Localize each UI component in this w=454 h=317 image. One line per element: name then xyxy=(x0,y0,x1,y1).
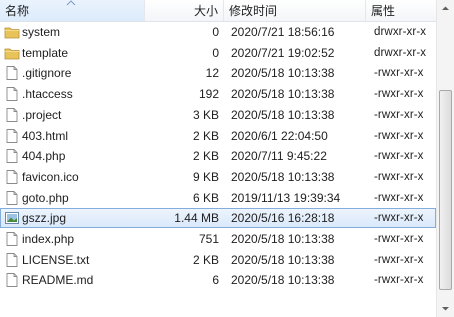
file-size: 2 KB xyxy=(192,128,219,143)
column-header-time-label: 修改时间 xyxy=(229,4,278,18)
file-name: gszz.jpg xyxy=(22,211,67,226)
file-icon xyxy=(4,270,20,290)
file-name: system xyxy=(22,25,61,39)
file-row[interactable]: index.php 751 2020/5/18 10:13:38 -rwxr-xr-x xyxy=(0,229,436,249)
file-icon xyxy=(4,250,20,270)
sort-ascending-icon xyxy=(66,0,76,6)
file-size: 2 KB xyxy=(192,252,219,267)
column-header-modified-time[interactable]: 修改时间 xyxy=(224,0,366,21)
file-permissions: -rwxr-xr-x xyxy=(374,150,424,163)
scrollbar-thumb[interactable] xyxy=(439,90,452,290)
file-size: 6 KB xyxy=(192,190,219,205)
file-icon xyxy=(4,229,20,249)
file-name: favicon.ico xyxy=(22,169,79,184)
file-size: 3 KB xyxy=(192,107,219,122)
file-name: LICENSE.txt xyxy=(22,252,90,267)
file-permissions: -rwxr-xr-x xyxy=(374,253,424,266)
file-permissions: -rwxr-xr-x xyxy=(374,233,424,245)
column-header-bar: 名称 大小 修改时间 属性 xyxy=(0,0,436,22)
file-name: goto.php xyxy=(22,190,69,205)
file-row[interactable]: .project 3 KB 2020/5/18 10:13:38 -rwxr-xr-x xyxy=(0,105,436,125)
file-row[interactable]: .gitignore 12 2020/5/18 10:13:38 -rwxr-xr-x xyxy=(0,63,436,83)
file-row[interactable]: favicon.ico 9 KB 2020/5/18 10:13:38 -rwxr-x… xyxy=(0,167,436,187)
file-size: 0 xyxy=(212,45,219,60)
file-icon xyxy=(4,126,20,146)
scroll-down-arrow-icon[interactable] xyxy=(437,300,454,317)
file-name: 404.php xyxy=(22,149,66,164)
file-modified-time: 2020/5/18 10:13:38 xyxy=(231,107,335,122)
column-header-name-label: 名称 xyxy=(5,4,30,18)
image-file-icon xyxy=(4,208,20,228)
file-row[interactable]: gszz.jpg 1.44 MB 2020/5/16 16:28:18 -rwxr-x… xyxy=(0,208,436,229)
file-list-pane: 名称 大小 修改时间 属性 system 0 2020/7/21 18:56:16 d… xyxy=(0,0,454,317)
file-name: template xyxy=(22,45,69,60)
file-size: 9 KB xyxy=(192,169,219,184)
file-permissions: -rwxr-xr-x xyxy=(374,108,424,121)
file-permissions: -rwxr-xr-x xyxy=(374,170,424,183)
file-permissions: -rwxr-xr-x xyxy=(374,67,424,80)
file-row[interactable]: system 0 2020/7/21 18:56:16 drwxr-xr-x xyxy=(0,22,436,42)
file-size: 2 KB xyxy=(192,149,219,164)
file-icon xyxy=(4,167,20,187)
file-icon xyxy=(4,105,20,125)
file-icon xyxy=(4,188,20,208)
file-name: 403.html xyxy=(22,128,69,143)
file-modified-time: 2020/7/21 18:56:16 xyxy=(231,25,335,39)
folder-icon xyxy=(4,22,20,42)
column-header-size[interactable]: 大小 xyxy=(145,0,224,21)
file-modified-time: 2020/5/18 10:13:38 xyxy=(231,273,335,288)
file-list: system 0 2020/7/21 18:56:16 drwxr-xr-x templ… xyxy=(0,22,436,317)
file-row[interactable]: .htaccess 192 2020/5/18 10:13:38 -rwxr-xr-x xyxy=(0,84,436,104)
file-row[interactable]: README.md 6 2020/5/18 10:13:38 -rwxr-xr-x xyxy=(0,270,436,290)
file-modified-time: 2020/5/18 10:13:38 xyxy=(231,169,335,184)
file-size: 751 xyxy=(198,232,219,246)
file-modified-time: 2020/5/18 10:13:38 xyxy=(231,232,335,246)
file-name: .htaccess xyxy=(22,87,73,102)
scroll-up-arrow-icon[interactable] xyxy=(437,0,454,17)
file-icon xyxy=(4,84,20,104)
file-permissions: -rwxr-xr-x xyxy=(374,129,424,142)
file-size: 6 xyxy=(212,273,219,288)
file-row[interactable]: LICENSE.txt 2 KB 2020/5/18 10:13:38 -rwxr-x… xyxy=(0,250,436,270)
file-permissions: drwxr-xr-x xyxy=(374,26,427,38)
file-permissions: -rwxr-xr-x xyxy=(374,274,424,287)
column-header-permissions[interactable]: 属性 xyxy=(366,0,436,21)
file-name: README.md xyxy=(22,273,94,288)
file-modified-time: 2019/11/13 19:39:34 xyxy=(231,190,341,205)
file-size: 0 xyxy=(212,25,219,39)
file-icon xyxy=(4,146,20,166)
file-icon xyxy=(4,63,20,83)
file-permissions: -rwxr-xr-x xyxy=(374,212,424,225)
file-name: .gitignore xyxy=(22,66,72,81)
column-header-perm-label: 属性 xyxy=(371,4,396,18)
file-row[interactable]: 403.html 2 KB 2020/6/1 22:04:50 -rwxr-xr-x xyxy=(0,126,436,146)
file-size: 12 xyxy=(205,66,219,81)
file-size: 192 xyxy=(198,87,219,102)
file-modified-time: 2020/5/18 10:13:38 xyxy=(231,252,335,267)
file-name: .project xyxy=(22,107,62,122)
file-row[interactable]: goto.php 6 KB 2019/11/13 19:39:34 -rwxr-xr-… xyxy=(0,188,436,208)
file-modified-time: 2020/5/18 10:13:38 xyxy=(231,66,335,81)
file-modified-time: 2020/7/21 19:02:52 xyxy=(231,45,335,60)
file-row[interactable]: template 0 2020/7/21 19:02:52 drwxr-xr-x xyxy=(0,43,436,63)
column-header-size-label: 大小 xyxy=(193,4,218,18)
column-header-name[interactable]: 名称 xyxy=(0,0,145,21)
file-permissions: -rwxr-xr-x xyxy=(374,191,424,204)
file-modified-time: 2020/7/11 9:45:22 xyxy=(231,149,327,164)
file-modified-time: 2020/5/18 10:13:38 xyxy=(231,87,335,102)
file-row[interactable]: 404.php 2 KB 2020/7/11 9:45:22 -rwxr-xr-x xyxy=(0,146,436,166)
file-modified-time: 2020/6/1 22:04:50 xyxy=(231,128,328,143)
file-permissions: drwxr-xr-x xyxy=(374,46,427,59)
file-size: 1.44 MB xyxy=(174,211,219,226)
file-modified-time: 2020/5/16 16:28:18 xyxy=(231,211,335,226)
file-permissions: -rwxr-xr-x xyxy=(374,88,424,101)
folder-icon xyxy=(4,43,20,63)
vertical-scrollbar[interactable] xyxy=(436,0,454,317)
file-name: index.php xyxy=(22,232,75,246)
